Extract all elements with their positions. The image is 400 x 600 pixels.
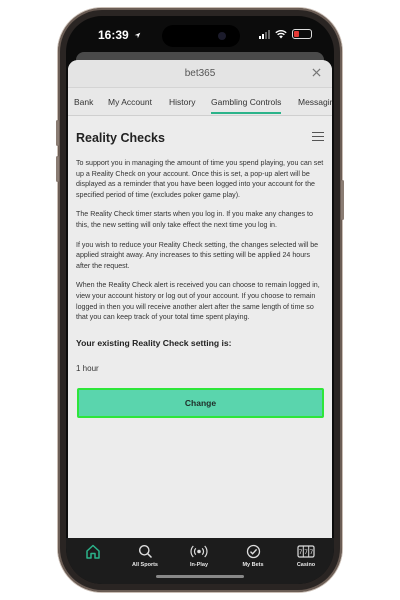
svg-text:7: 7: [304, 549, 308, 556]
close-button[interactable]: [308, 65, 324, 81]
heading-row: Reality Checks: [76, 117, 324, 153]
tab-messaging[interactable]: Messaging: [298, 97, 332, 107]
nav-label-in-play: In-Play: [189, 562, 209, 568]
app-window: bet365 Bank My Account History Gambling …: [68, 60, 332, 538]
window-title: bet365: [184, 68, 216, 79]
nav-home[interactable]: [71, 544, 115, 562]
change-button[interactable]: Change: [77, 388, 324, 418]
setting-value: 1 hour: [76, 363, 99, 373]
status-icons: [259, 29, 312, 39]
close-icon: [311, 68, 321, 77]
battery-icon: [292, 29, 312, 39]
power-button: [341, 180, 344, 220]
search-icon: [138, 545, 152, 559]
nav-casino[interactable]: 777 Casino: [284, 544, 328, 568]
side-button-left: [56, 120, 59, 146]
account-tabs: Bank My Account History Gambling Control…: [68, 88, 332, 116]
nav-label-casino: Casino: [296, 562, 316, 568]
side-button-left-2: [56, 156, 59, 182]
nav-my-bets[interactable]: My Bets: [231, 544, 275, 568]
intro-paragraph: To support you in managing the amount of…: [76, 159, 324, 199]
nav-in-play[interactable]: In-Play: [177, 544, 221, 568]
setting-label: Your existing Reality Check setting is:: [76, 337, 232, 348]
reality-checks-panel: Reality Checks To support you in managin…: [68, 117, 332, 537]
casino-icon: 777: [297, 545, 315, 558]
tab-gambling-controls[interactable]: Gambling Controls: [211, 97, 282, 114]
nav-label-my-bets: My Bets: [242, 562, 264, 568]
home-indicator: [156, 575, 244, 578]
signal-icon: [259, 29, 270, 39]
page-title: Reality Checks: [76, 131, 165, 145]
in-play-icon: [190, 545, 208, 558]
title-bar: bet365: [68, 60, 332, 88]
svg-text:7: 7: [309, 549, 313, 556]
sheet-backdrop: [76, 52, 324, 60]
hamburger-menu-icon[interactable]: [312, 132, 324, 142]
timer-paragraph: The Reality Check timer starts when you …: [76, 210, 313, 229]
wifi-icon: [275, 29, 287, 39]
nav-label-all-sports: All Sports: [132, 562, 158, 568]
phone-screen: 16:39 bet365 Bank My Account History Gam…: [66, 16, 334, 584]
tab-bank[interactable]: Bank: [74, 97, 93, 107]
nav-all-sports[interactable]: All Sports: [123, 544, 167, 568]
dynamic-island: [162, 25, 240, 47]
tab-history[interactable]: History: [169, 97, 195, 107]
location-arrow-icon: [134, 33, 141, 39]
svg-text:7: 7: [299, 549, 303, 556]
changes-paragraph: If you wish to reduce your Reality Check…: [76, 240, 319, 270]
alert-paragraph: When the Reality Check alert is received…: [76, 281, 320, 322]
my-bets-icon: [246, 544, 260, 559]
status-bar: 16:39: [66, 16, 334, 56]
status-time: 16:39: [98, 28, 141, 42]
home-icon: [86, 544, 100, 559]
tab-my-account[interactable]: My Account: [108, 97, 152, 107]
camera-icon: [218, 32, 226, 40]
